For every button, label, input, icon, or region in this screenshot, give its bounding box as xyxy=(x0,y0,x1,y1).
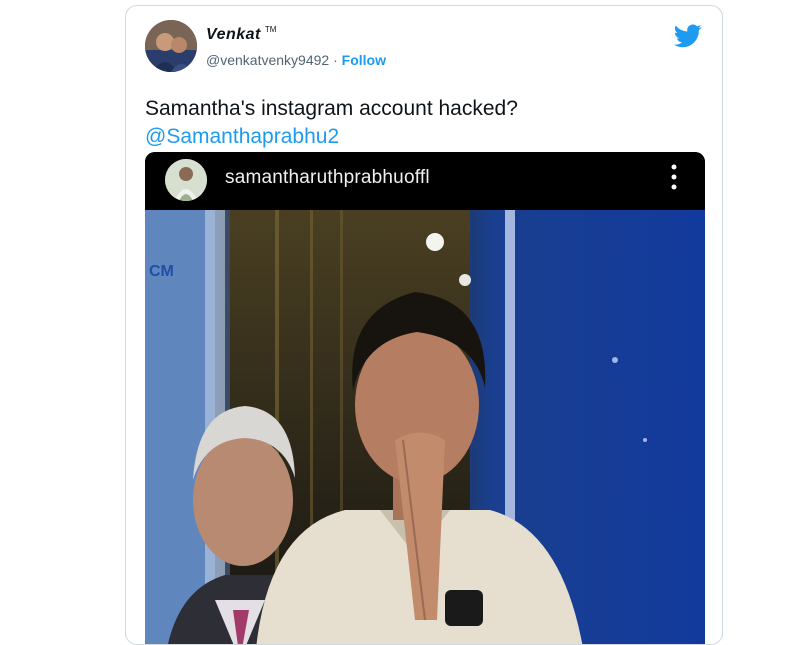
instagram-username[interactable]: samantharuthprabhuoffl xyxy=(225,167,430,189)
author-name-row[interactable]: Venkat TM xyxy=(206,25,277,44)
tweet-body: Samantha's instagram account hacked? xyxy=(145,97,518,120)
banner-text: CM xyxy=(149,263,174,280)
author-handle[interactable]: @venkatvenky9492 xyxy=(206,52,329,68)
author-display-name[interactable]: Venkat xyxy=(206,26,261,44)
post-photo: CM xyxy=(145,210,705,644)
trademark-badge: TM xyxy=(264,25,277,34)
author-handle-row: @venkatvenky9492 · Follow xyxy=(206,52,386,68)
embedded-instagram-screenshot[interactable]: samantharuthprabhuoffl CM xyxy=(145,152,705,644)
instagram-avatar[interactable] xyxy=(165,159,207,201)
tweet-card[interactable]: Venkat TM @venkatvenky9492 · Follow Sama… xyxy=(125,5,723,645)
instagram-avatar-photo xyxy=(165,159,207,201)
vertical-ellipsis-icon[interactable] xyxy=(671,163,677,191)
mention-link[interactable]: @Samanthaprabhu2 xyxy=(145,123,518,151)
tweet-text: Samantha's instagram account hacked? @Sa… xyxy=(145,95,518,151)
follow-button[interactable]: Follow xyxy=(342,52,386,68)
twitter-bird-icon[interactable] xyxy=(674,24,702,48)
instagram-header: samantharuthprabhuoffl xyxy=(145,152,705,210)
avatar-photo xyxy=(145,20,197,72)
separator-dot: · xyxy=(333,52,338,68)
author-avatar[interactable] xyxy=(145,20,197,72)
